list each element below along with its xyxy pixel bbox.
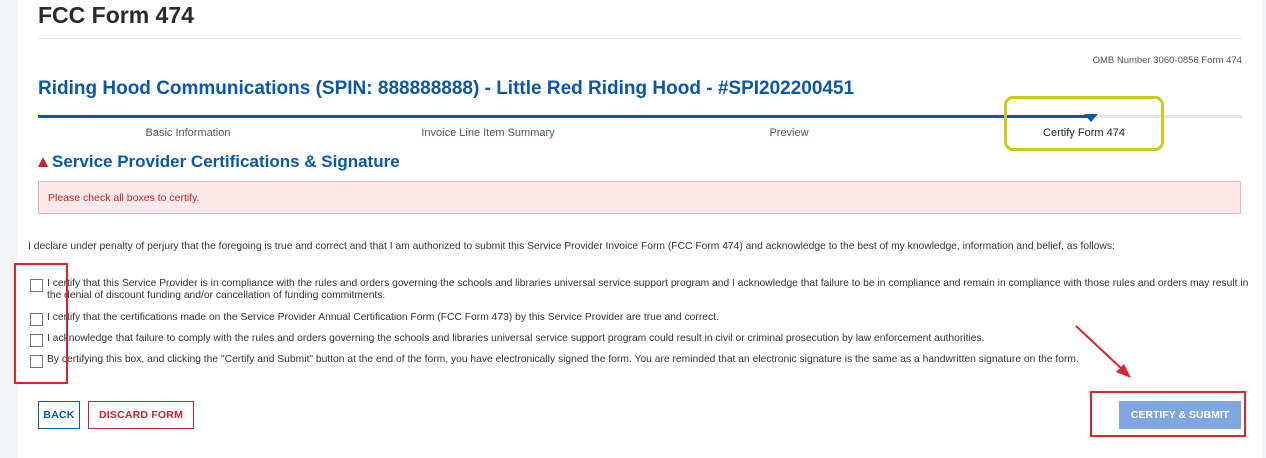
progress-fill [38, 115, 1090, 118]
certification-row: I certify that this Service Provider is … [30, 278, 1255, 302]
form-page: FCC Form 474 OMB Number 3060-0856 Form 4… [14, 0, 1262, 458]
title-divider [38, 38, 1242, 39]
back-button[interactable]: BACK [38, 401, 80, 429]
discard-form-button[interactable]: DISCARD FORM [88, 401, 194, 429]
page-title: FCC Form 474 [38, 2, 194, 28]
current-step-highlight-annotation [1004, 96, 1164, 151]
section-heading: Service Provider Certifications & Signat… [38, 152, 400, 172]
step-basic-information[interactable]: Basic Information [68, 127, 308, 139]
declaration-text: I declare under penalty of perjury that … [28, 241, 1115, 252]
step-preview[interactable]: Preview [669, 127, 909, 139]
certification-text-3: I acknowledge that failure to comply wit… [47, 333, 985, 344]
certification-row: By certifying this box, and clicking the… [30, 354, 1255, 368]
entity-title: Riding Hood Communications (SPIN: 888888… [38, 78, 855, 99]
annotation-arrow-icon [1075, 325, 1131, 378]
certification-text-2: I certify that the certifications made o… [47, 312, 719, 323]
omb-number: OMB Number 3060-0856 Form 474 [1092, 55, 1242, 66]
warning-icon [38, 157, 48, 167]
submit-highlight-annotation [1090, 391, 1246, 437]
certification-row: I certify that the certifications made o… [30, 312, 1255, 326]
validation-alert: Please check all boxes to certify. [38, 181, 1241, 214]
certification-text-4: By certifying this box, and clicking the… [47, 354, 1079, 365]
checkboxes-highlight-annotation [14, 263, 68, 384]
step-invoice-line-item-summary[interactable]: Invoice Line Item Summary [368, 127, 608, 139]
certification-text-1: I certify that this Service Provider is … [47, 278, 1249, 301]
certification-row: I acknowledge that failure to comply wit… [30, 333, 1255, 347]
section-heading-text: Service Provider Certifications & Signat… [52, 152, 400, 171]
